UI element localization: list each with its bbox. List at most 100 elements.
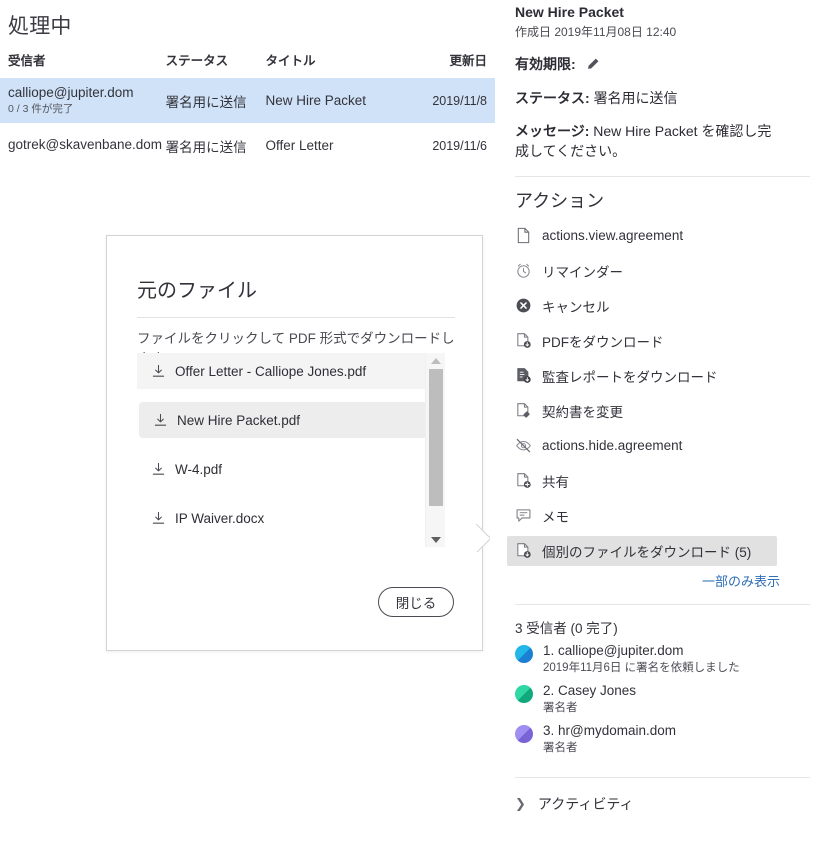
column-header-status: ステータス: [165, 54, 229, 68]
cell-title: New Hire Packet: [265, 93, 367, 108]
eye-hidden-icon: [515, 437, 532, 454]
recipients-divider: [515, 776, 810, 778]
actions-list: actions.view.agreement リマインダー キャンセル PDFを…: [507, 221, 818, 566]
document-edit-icon: [515, 402, 532, 419]
agreement-name: New Hire Packet: [515, 4, 624, 20]
status-label: ステータス:: [515, 90, 590, 106]
actions-section-title: アクション: [515, 190, 605, 211]
alarm-clock-icon: [515, 262, 532, 279]
action-view-agreement[interactable]: actions.view.agreement: [507, 221, 818, 251]
actions-divider: [515, 603, 810, 605]
action-notes[interactable]: メモ: [507, 501, 818, 531]
recipient-email: calliope@jupiter.dom: [8, 84, 134, 100]
file-list: Offer Letter - Calliope Jones.pdf New Hi…: [137, 353, 437, 547]
audit-report-download-icon: [515, 367, 532, 384]
recipients-list: 1. calliope@jupiter.dom 2019年11月6日 に署名を依…: [507, 643, 818, 755]
download-icon: [151, 364, 166, 379]
file-list-viewport: Offer Letter - Calliope Jones.pdf New Hi…: [137, 353, 455, 547]
dialog-callout-arrow: [476, 524, 490, 552]
file-list-scrollbar[interactable]: [425, 353, 445, 547]
avatar: [515, 724, 533, 743]
action-label: 個別のファイルをダウンロード (5): [542, 544, 752, 560]
document-icon: [515, 227, 532, 244]
column-header-updated: 更新日: [449, 54, 488, 68]
caret-up-icon[interactable]: [426, 353, 446, 368]
file-name: Offer Letter - Calliope Jones.pdf: [175, 363, 367, 379]
recipient-item[interactable]: 1. calliope@jupiter.dom 2019年11月6日 に署名を依…: [507, 643, 818, 675]
cell-updated: 2019/11/8: [432, 93, 488, 108]
download-icon: [153, 413, 168, 428]
recipient-name: 3. hr@mydomain.dom: [543, 722, 677, 738]
cell-recipient: gotrek@skavenbane.dom: [8, 137, 166, 154]
recipient-name: 2. Casey Jones: [543, 682, 637, 698]
action-modify-agreement[interactable]: 契約書を変更: [507, 396, 818, 426]
agreements-table: 受信者 ステータス タイトル 更新日 calliope@jupiter.dom …: [0, 50, 495, 168]
file-list-item[interactable]: Offer Letter - Calliope Jones.pdf: [137, 353, 437, 389]
action-label: 契約書を変更: [542, 404, 623, 420]
action-share[interactable]: 共有: [507, 466, 818, 496]
action-label: actions.hide.agreement: [542, 438, 683, 454]
table-row[interactable]: calliope@jupiter.dom 0 / 3 件が完了 署名用に送信 N…: [0, 78, 495, 123]
show-partial-link[interactable]: 一部のみ表示: [507, 571, 818, 590]
dialog-title: 元のファイル: [137, 280, 257, 302]
action-label: actions.view.agreement: [542, 228, 684, 244]
recipient-item[interactable]: 2. Casey Jones 署名者: [507, 683, 818, 715]
table-row[interactable]: gotrek@skavenbane.dom 署名用に送信 Offer Lette…: [0, 123, 495, 168]
file-name: W-4.pdf: [175, 461, 223, 477]
action-hide-agreement[interactable]: actions.hide.agreement: [507, 431, 818, 461]
action-label: リマインダー: [542, 264, 623, 280]
file-list-item[interactable]: W-4.pdf: [137, 451, 437, 487]
action-label: PDFをダウンロード: [542, 334, 664, 350]
table-header-row: 受信者 ステータス タイトル 更新日: [0, 50, 495, 78]
column-header-recipient: 受信者: [8, 54, 46, 68]
agreement-details-panel: New Hire Packet 作成日 2019年11月08日 12:40 有効…: [495, 0, 830, 868]
action-download-individual-files[interactable]: 個別のファイルをダウンロード (5): [507, 535, 777, 566]
scrollbar-thumb[interactable]: [429, 369, 443, 506]
pdf-download-icon: [515, 332, 532, 349]
action-download-audit-report[interactable]: 監査レポートをダウンロード: [507, 361, 818, 391]
chevron-right-icon: ❯: [515, 795, 526, 811]
dialog-divider: [137, 317, 455, 318]
note-icon: [515, 507, 532, 524]
avatar: [515, 644, 533, 663]
cancel-circle-icon: [515, 297, 532, 314]
download-icon: [151, 511, 166, 526]
action-cancel[interactable]: キャンセル: [507, 291, 818, 321]
recipient-status: 署名者: [543, 701, 578, 714]
message-label: メッセージ:: [515, 123, 590, 139]
share-document-icon: [515, 472, 532, 489]
action-label: キャンセル: [542, 299, 610, 315]
page-title: 処理中: [8, 15, 72, 38]
recipient-email: gotrek@skavenbane.dom: [8, 137, 163, 153]
action-reminder[interactable]: リマインダー: [507, 256, 818, 286]
file-list-item[interactable]: New Hire Packet.pdf: [139, 402, 429, 438]
status-row: ステータス: 署名用に送信: [515, 88, 818, 108]
recipient-progress: 0 / 3 件が完了: [8, 103, 74, 116]
activity-label: アクティビティ: [537, 795, 634, 812]
pencil-icon[interactable]: [586, 57, 600, 71]
original-files-dialog: 元のファイル ファイルをクリックして PDF 形式でダウンロードします。 Off…: [106, 235, 483, 651]
cell-status: 署名用に送信: [165, 94, 247, 110]
file-list-item[interactable]: IP Waiver.docx: [137, 500, 437, 536]
recipients-count: 3 受信者 (0 完了): [515, 620, 618, 636]
cell-updated: 2019/11/6: [432, 138, 488, 153]
expiry-row: 有効期限:: [515, 54, 818, 74]
download-icon: [151, 462, 166, 477]
column-header-title: タイトル: [265, 54, 316, 68]
activity-section-toggle[interactable]: ❯ アクティビティ: [507, 794, 818, 814]
agreements-panel: 処理中 受信者 ステータス タイトル 更新日 calliope@jupiter.…: [0, 0, 495, 868]
file-name: New Hire Packet.pdf: [177, 412, 301, 428]
status-value: 署名用に送信: [593, 90, 678, 106]
caret-down-icon[interactable]: [426, 532, 446, 547]
cell-recipient: calliope@jupiter.dom 0 / 3 件が完了: [8, 85, 166, 117]
agreement-created-date: 作成日 2019年11月08日 12:40: [515, 25, 677, 39]
close-button[interactable]: 閉じる: [378, 587, 454, 617]
message-row: メッセージ: New Hire Packet を確認し完成してください。: [515, 121, 777, 162]
avatar: [515, 684, 533, 703]
action-download-pdf[interactable]: PDFをダウンロード: [507, 326, 818, 356]
recipient-item[interactable]: 3. hr@mydomain.dom 署名者: [507, 723, 818, 755]
action-label: メモ: [542, 509, 569, 525]
action-label: 監査レポートをダウンロード: [542, 369, 718, 385]
file-download-icon: [515, 542, 532, 559]
cell-status: 署名用に送信: [165, 139, 247, 155]
